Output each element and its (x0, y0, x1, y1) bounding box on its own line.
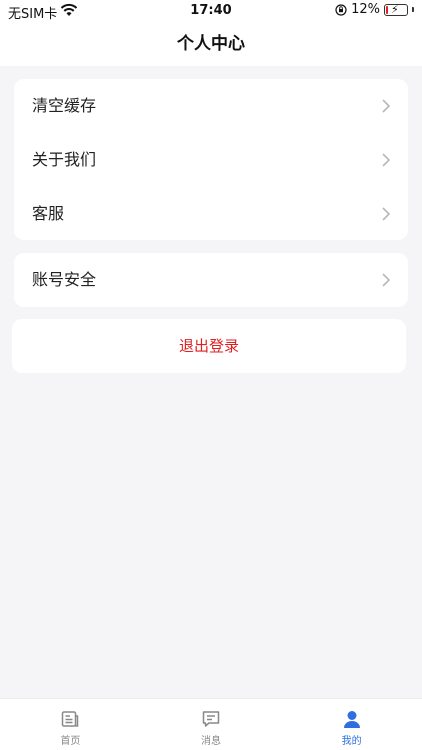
battery-charging-icon: ⚡ (384, 2, 408, 16)
menu-item-label: 清空缓存 (32, 96, 97, 115)
menu-item-account-security[interactable]: 账号安全 (14, 253, 408, 307)
profile-icon (343, 711, 360, 728)
status-right-group: 12% ⚡ (335, 2, 414, 17)
menu-item-label: 客服 (32, 204, 65, 223)
menu-item-about-us[interactable]: 关于我们 (14, 133, 408, 187)
tab-messages[interactable]: 消息 (141, 699, 282, 750)
battery-level-fill (386, 5, 388, 14)
menu-item-clear-cache[interactable]: 清空缓存 (14, 79, 408, 133)
settings-group-2: 账号安全 (14, 253, 408, 307)
chevron-right-icon (382, 207, 390, 221)
tab-label: 首页 (60, 736, 81, 747)
charging-bolt-icon: ⚡ (391, 2, 399, 16)
tab-bar: 首页 消息 我的 (0, 698, 422, 750)
tab-home[interactable]: 首页 (0, 699, 141, 750)
chevron-right-icon (382, 273, 390, 287)
menu-item-label: 关于我们 (32, 150, 97, 169)
menu-item-customer-service[interactable]: 客服 (14, 187, 408, 241)
orientation-lock-icon (335, 3, 347, 16)
home-document-icon (62, 711, 79, 727)
logout-button[interactable]: 退出登录 (12, 319, 406, 373)
menu-item-label: 账号安全 (32, 270, 97, 289)
tab-label: 我的 (341, 736, 362, 747)
battery-cap (412, 7, 414, 12)
status-bar: 无SIM卡 17:40 12% ⚡ (0, 0, 422, 22)
battery-percent: 12% (351, 2, 380, 17)
chevron-right-icon (382, 99, 390, 113)
chevron-right-icon (382, 153, 390, 167)
message-icon (202, 711, 220, 727)
page-title: 个人中心 (0, 22, 422, 66)
tab-label: 消息 (201, 736, 221, 747)
settings-group-1: 清空缓存 关于我们 客服 (14, 79, 408, 240)
tab-mine[interactable]: 我的 (281, 699, 422, 750)
